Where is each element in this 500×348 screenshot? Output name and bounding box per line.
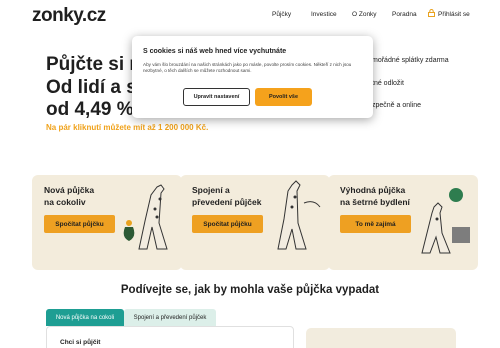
giraffe-illustration xyxy=(123,184,168,250)
card-green-housing: Výhodná půjčka na šetrné bydlení To mě za… xyxy=(328,175,478,270)
feature-item: tné odložit xyxy=(372,80,404,87)
feature-item: zpečně a online xyxy=(372,102,422,109)
hero-title-line1: Půjčte si n xyxy=(46,54,142,75)
hero-subtitle: Na pár kliknutí můžete mít až 1 200 000 … xyxy=(46,123,209,132)
calculate-loan-button[interactable]: Spočítat půjčku xyxy=(44,215,115,233)
nav-advice[interactable]: Poradna xyxy=(392,11,417,18)
interested-button[interactable]: To mě zajímá xyxy=(340,215,411,233)
site-header: zonky.cz Půjčky Investice O Zonky Poradn… xyxy=(0,0,500,30)
nav-investments[interactable]: Investice xyxy=(311,11,337,18)
nav-about[interactable]: O Zonky xyxy=(352,11,377,18)
hero-title-line3: od 4,49 % xyxy=(46,99,134,120)
card-title: Nová půjčka na cokoliv xyxy=(44,185,95,207)
customize-cookies-button[interactable]: Upravit nastavení xyxy=(183,88,250,106)
login-link[interactable]: Přihlásit se xyxy=(438,11,470,18)
giraffe-illustration xyxy=(277,180,321,250)
zonky-logo[interactable]: zonky.cz xyxy=(32,5,106,27)
cookie-dialog-title: S cookies si náš web hned více vychutnát… xyxy=(143,48,287,55)
nav-loans[interactable]: Půjčky xyxy=(272,11,291,18)
hero-title-line2: Od lidí a s xyxy=(46,77,137,98)
feature-item: mořádné splátky zdarma xyxy=(372,57,449,64)
lock-icon xyxy=(428,9,435,17)
calculator-summary-panel xyxy=(306,328,456,348)
loan-amount-label: Chci si půjčit xyxy=(60,339,101,346)
cookie-dialog: S cookies si náš web hned více vychutnát… xyxy=(132,36,373,118)
cookie-dialog-text: Aby vám šlo brouzdání na našich stránkác… xyxy=(143,62,352,73)
card-title: Spojení a převedení půjček xyxy=(192,185,262,207)
calculator-heading: Podívejte se, jak by mohla vaše půjčka v… xyxy=(120,284,380,296)
allow-all-cookies-button[interactable]: Povolit vše xyxy=(255,88,312,106)
giraffe-illustration xyxy=(421,188,470,254)
tab-consolidation[interactable]: Spojení a převedení půjček xyxy=(124,309,216,326)
card-consolidation: Spojení a převedení půjček Spočítat půjčk… xyxy=(180,175,330,270)
card-new-loan: Nová půjčka na cokoliv Spočítat půjčku xyxy=(32,175,182,270)
calculate-consolidation-button[interactable]: Spočítat půjčku xyxy=(192,215,263,233)
tab-new-loan[interactable]: Nová půjčka na cokoli xyxy=(46,309,124,326)
card-title: Výhodná půjčka na šetrné bydlení xyxy=(340,185,410,207)
